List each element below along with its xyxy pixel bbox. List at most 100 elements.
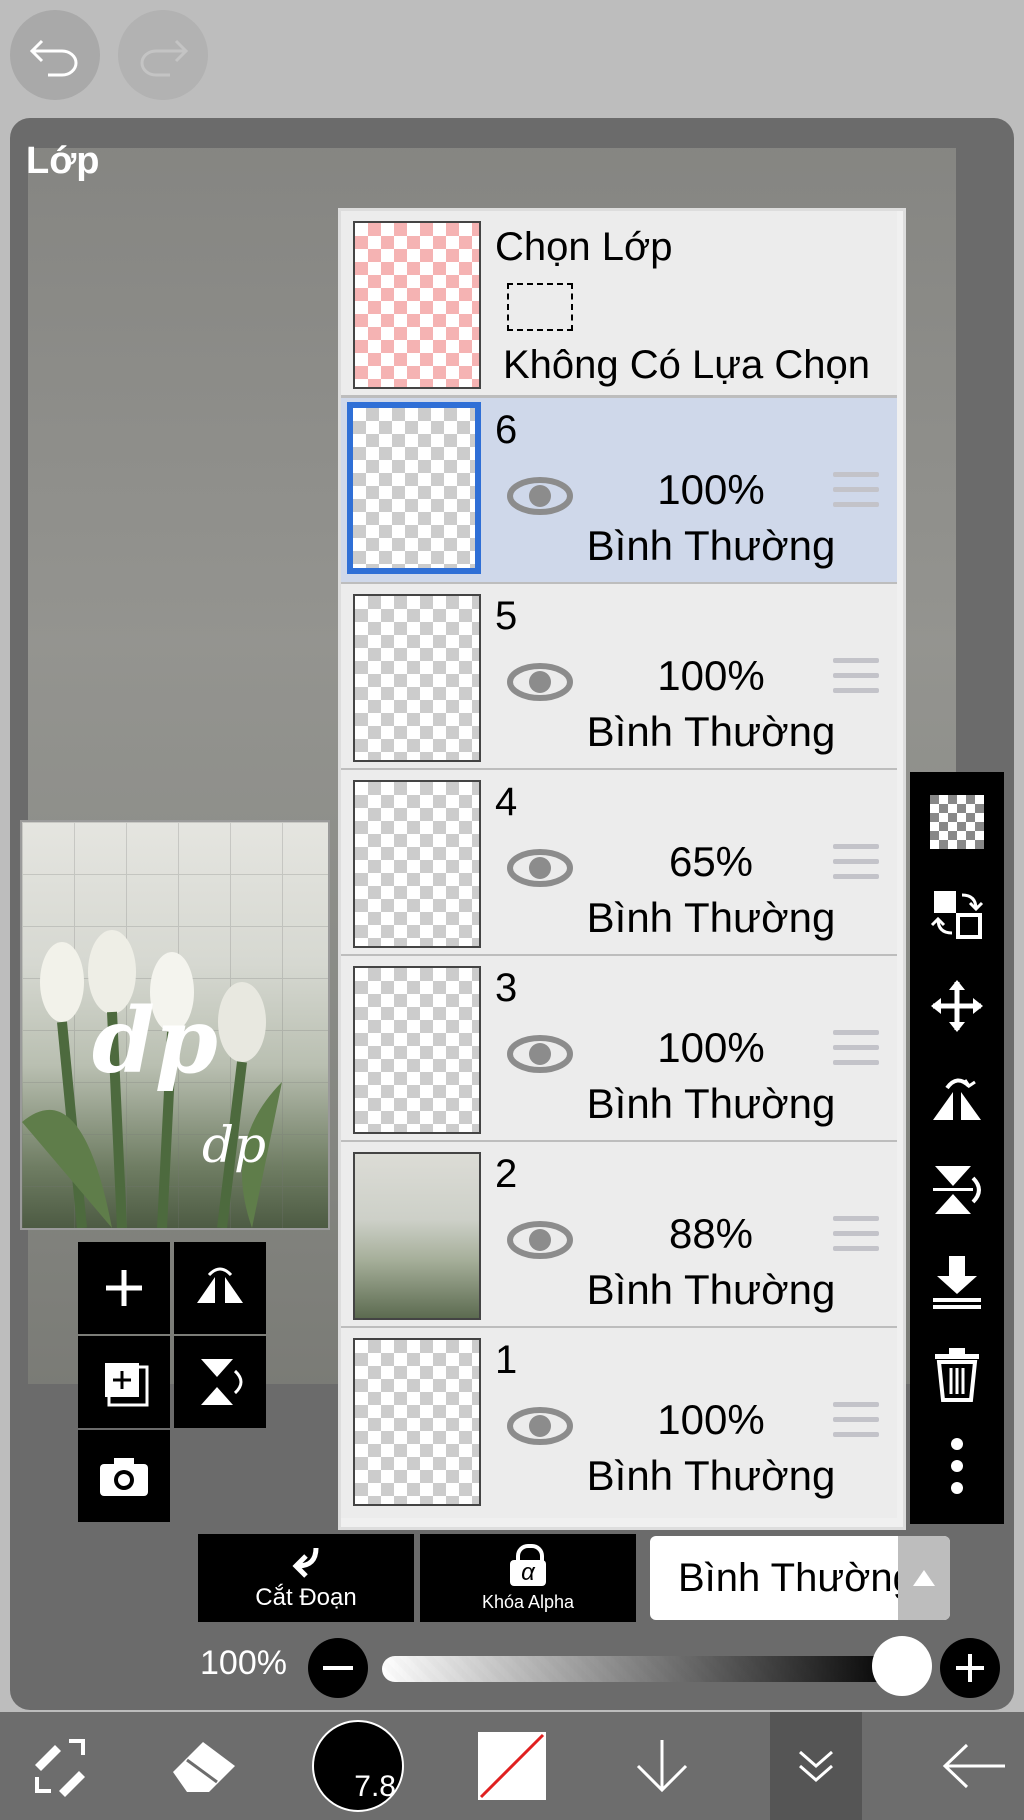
layer-opacity: 65% bbox=[668, 838, 754, 885]
add-copy-layer-button[interactable] bbox=[78, 1336, 170, 1428]
visibility-eye-icon[interactable] bbox=[507, 848, 573, 888]
layer-opacity: 100% bbox=[657, 1024, 765, 1071]
layer-blend-mode: Bình Thường bbox=[586, 1080, 836, 1127]
opacity-slider-knob[interactable] bbox=[872, 1636, 932, 1696]
drag-handle-icon[interactable] bbox=[833, 1402, 879, 1447]
drag-handle-icon[interactable] bbox=[833, 1216, 879, 1261]
visibility-eye-icon[interactable] bbox=[507, 476, 573, 516]
svg-text:dp: dp bbox=[202, 1116, 266, 1174]
layer-toolbar bbox=[910, 772, 1004, 1524]
opacity-decrease-button[interactable] bbox=[308, 1638, 368, 1698]
selection-layer[interactable]: Chọn Lớp Không Có Lựa Chọn bbox=[341, 211, 897, 398]
add-layer-icon bbox=[106, 1270, 142, 1306]
more-icon bbox=[951, 1438, 963, 1494]
transparent-fill-button[interactable] bbox=[910, 776, 1004, 868]
layer-row[interactable]: 3 100% Bình Thường bbox=[341, 956, 897, 1143]
more-options-button[interactable] bbox=[910, 1420, 1004, 1512]
eraser-tool-button[interactable] bbox=[154, 1712, 254, 1820]
blend-mode-dropdown-button[interactable] bbox=[898, 1536, 950, 1620]
drag-handle-icon[interactable] bbox=[833, 658, 879, 703]
layer-number: 6 bbox=[495, 408, 518, 452]
layer-row[interactable]: 1 100% Bình Thường bbox=[341, 1328, 897, 1518]
layer-opacity: 100% bbox=[657, 1396, 765, 1443]
clipping-label: Cắt Đoạn bbox=[255, 1584, 357, 1611]
transform-icon bbox=[35, 1739, 85, 1797]
selection-status: Không Có Lựa Chọn bbox=[503, 343, 871, 387]
camera-icon bbox=[100, 1458, 148, 1496]
drag-handle-icon[interactable] bbox=[833, 844, 879, 889]
flip-horizontal-icon bbox=[933, 1078, 981, 1120]
layer-thumbnail bbox=[353, 966, 481, 1134]
flip-vertical-button[interactable] bbox=[910, 1144, 1004, 1236]
flip-horizontal-icon bbox=[197, 1267, 243, 1303]
visibility-eye-icon[interactable] bbox=[507, 1406, 573, 1446]
alpha-lock-label: Khóa Alpha bbox=[481, 1591, 575, 1612]
alpha-lock-button[interactable]: α Khóa Alpha bbox=[420, 1534, 636, 1622]
layer-number: 5 bbox=[495, 594, 518, 638]
flip-layer-vertical-button[interactable] bbox=[174, 1336, 266, 1428]
back-button[interactable] bbox=[924, 1712, 1024, 1820]
preview-artwork: dp dp bbox=[22, 930, 282, 1228]
layer-thumbnail bbox=[353, 1338, 481, 1506]
swap-layer-button[interactable] bbox=[910, 868, 1004, 960]
layer-blend-mode: Bình Thường bbox=[586, 1452, 836, 1499]
move-button[interactable] bbox=[910, 960, 1004, 1052]
layer-row[interactable]: 6 100% Bình Thường bbox=[341, 398, 897, 585]
canvas-preview[interactable]: dp dp bbox=[20, 820, 330, 1230]
minus-icon bbox=[323, 1666, 353, 1670]
opacity-value: 100% bbox=[200, 1644, 287, 1682]
layer-blend-mode: Bình Thường bbox=[586, 522, 836, 569]
eraser-icon bbox=[173, 1742, 235, 1792]
layer-row[interactable]: 4 65% Bình Thường bbox=[341, 770, 897, 957]
drag-handle-icon[interactable] bbox=[833, 472, 879, 517]
alpha-symbol: α bbox=[510, 1559, 546, 1586]
redo-button[interactable] bbox=[118, 10, 208, 100]
layer-thumbnail bbox=[353, 780, 481, 948]
checker-icon bbox=[930, 795, 984, 849]
drag-handle-icon[interactable] bbox=[833, 1030, 879, 1075]
arrow-down-icon bbox=[636, 1740, 688, 1793]
visibility-eye-icon[interactable] bbox=[507, 1220, 573, 1260]
visibility-eye-icon[interactable] bbox=[507, 1034, 573, 1074]
layer-thumbnail bbox=[353, 594, 481, 762]
layer-blend-mode: Bình Thường bbox=[586, 708, 836, 755]
layer-number: 3 bbox=[495, 966, 518, 1010]
brush-size-indicator: 7.8 bbox=[312, 1720, 404, 1812]
visibility-eye-icon[interactable] bbox=[507, 662, 573, 702]
flip-layer-horizontal-button[interactable] bbox=[174, 1242, 266, 1334]
layer-blend-mode: Bình Thường bbox=[586, 1266, 836, 1313]
blend-mode-select[interactable]: Bình Thường bbox=[650, 1536, 950, 1620]
layer-row[interactable]: 2 88% Bình Thường bbox=[341, 1142, 897, 1329]
selection-marquee-icon bbox=[507, 283, 573, 331]
layer-number: 1 bbox=[495, 1338, 518, 1382]
opacity-slider[interactable] bbox=[382, 1656, 902, 1682]
add-copy-icon bbox=[105, 1363, 149, 1407]
undo-button[interactable] bbox=[10, 10, 100, 100]
swap-layer-icon bbox=[930, 891, 984, 939]
move-icon bbox=[931, 980, 983, 1032]
layers-collapse-button[interactable] bbox=[770, 1712, 862, 1820]
clipping-arrow-icon bbox=[292, 1547, 319, 1578]
plus-icon bbox=[956, 1654, 984, 1682]
flip-horizontal-button[interactable] bbox=[910, 1052, 1004, 1144]
transform-tool-button[interactable] bbox=[10, 1712, 110, 1820]
merge-down-button[interactable] bbox=[910, 1236, 1004, 1328]
layer-thumbnail bbox=[347, 402, 481, 574]
layer-row[interactable]: 5 100% Bình Thường bbox=[341, 584, 897, 771]
color-button[interactable] bbox=[462, 1712, 562, 1820]
brush-size-button[interactable]: 7.8 bbox=[308, 1712, 408, 1820]
brush-size-value: 7.8 bbox=[354, 1770, 396, 1803]
add-layer-button[interactable] bbox=[78, 1242, 170, 1334]
layer-opacity: 88% bbox=[668, 1210, 754, 1257]
bottom-toolbar: 7.8 bbox=[0, 1712, 1024, 1820]
panel-title: Lớp bbox=[26, 140, 100, 182]
blend-mode-value: Bình Thường bbox=[678, 1556, 915, 1600]
layer-blend-mode: Bình Thường bbox=[586, 894, 836, 941]
layer-list: Chọn Lớp Không Có Lựa Chọn 6 100% Bình T… bbox=[338, 208, 906, 1530]
arrow-left-icon bbox=[942, 1743, 1005, 1789]
delete-layer-button[interactable] bbox=[910, 1328, 1004, 1420]
opacity-increase-button[interactable] bbox=[940, 1638, 1000, 1698]
scroll-down-button[interactable] bbox=[612, 1712, 712, 1820]
camera-import-button[interactable] bbox=[78, 1430, 170, 1522]
clipping-button[interactable]: Cắt Đoạn bbox=[198, 1534, 414, 1622]
